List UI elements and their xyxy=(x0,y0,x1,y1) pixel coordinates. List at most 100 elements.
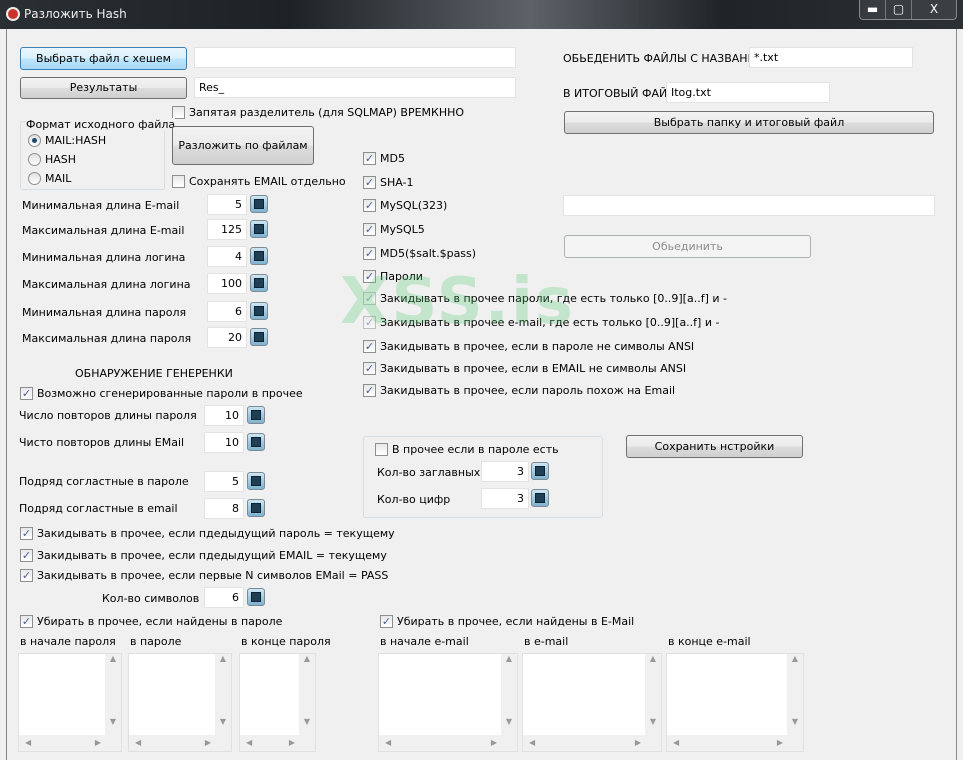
merge-button[interactable]: Обьединить xyxy=(564,235,811,258)
hash-type-checkbox[interactable]: ✓ MySQL(323) xyxy=(363,199,447,212)
spin-calculator-icon[interactable] xyxy=(250,274,268,292)
generic-check[interactable]: ✓ Закидывать в прочее, если первые N симв… xyxy=(20,569,388,582)
vertical-scrollbar[interactable]: ▲ ▼ xyxy=(501,654,517,735)
hash-type-checkbox[interactable]: ✓ MD5 xyxy=(363,152,405,165)
spin-calculator-icon[interactable] xyxy=(247,472,265,490)
radio-button[interactable] xyxy=(28,134,41,147)
spin-calculator-icon[interactable] xyxy=(247,406,265,424)
checkbox-box[interactable]: ✓ xyxy=(380,615,393,628)
spin-calculator-icon[interactable] xyxy=(250,195,268,213)
checkbox-box[interactable] xyxy=(375,443,388,456)
length-input[interactable]: 4 xyxy=(207,246,247,267)
hash-file-path-input[interactable] xyxy=(194,47,516,68)
choose-folder-button[interactable]: Выбрать папку и итоговый файл xyxy=(564,111,934,134)
horizontal-scrollbar[interactable]: ◀ ▶ xyxy=(379,735,517,751)
checkbox-box[interactable]: ✓ xyxy=(20,549,33,562)
vertical-scrollbar[interactable]: ▲ ▼ xyxy=(645,654,661,735)
checkbox-box[interactable]: ✓ xyxy=(20,615,33,628)
checkbox-box[interactable]: ✓ xyxy=(363,362,376,375)
save-settings-button[interactable]: Сохранить нстройки xyxy=(626,435,803,458)
hash-type-checkbox[interactable]: ✓ Закидывать в прочее, если в EMAIL не си… xyxy=(363,362,686,375)
results-prefix-input[interactable]: Res_ xyxy=(194,77,516,98)
checkbox-box[interactable]: ✓ xyxy=(363,292,376,305)
checkbox-box[interactable]: ✓ xyxy=(20,527,33,540)
horizontal-scrollbar[interactable]: ◀ ▶ xyxy=(19,735,121,751)
checkbox-box[interactable]: ✓ xyxy=(363,247,376,260)
format-radio-hash[interactable]: HASH xyxy=(28,153,76,166)
remove-password-checkbox[interactable]: ✓ Убирать в прочее, если найдены в пароле xyxy=(20,615,282,628)
format-radio-mail-hash[interactable]: MAIL:HASH xyxy=(28,134,106,147)
result-file-input[interactable]: Itog.txt xyxy=(666,82,830,103)
vertical-scrollbar[interactable]: ▲ ▼ xyxy=(215,654,231,735)
length-input[interactable]: 6 xyxy=(207,301,247,322)
other-password-checkbox[interactable]: В прочее если в пароле есть xyxy=(375,443,559,456)
spin-calculator-icon[interactable] xyxy=(247,499,265,517)
generic-check[interactable]: ✓ Закидывать в прочее, если пдедыдущий EM… xyxy=(20,549,387,562)
word-list[interactable]: ▲ ▼ ◀ ▶ xyxy=(239,653,316,752)
symbols-input[interactable]: 6 xyxy=(204,587,244,608)
comma-separator-checkbox[interactable]: Запятая разделитель (для SQLMAP) ВРЕМКНН… xyxy=(172,106,464,119)
hash-type-checkbox[interactable]: ✓ Закидывать в прочее пароли, где есть то… xyxy=(363,292,727,305)
generic-field-input[interactable]: 10 xyxy=(204,432,244,453)
spin-calculator-icon[interactable] xyxy=(531,462,549,480)
length-input[interactable]: 20 xyxy=(207,327,247,348)
generic-field-input[interactable]: 8 xyxy=(204,498,244,519)
horizontal-scrollbar[interactable]: ◀ ▶ xyxy=(129,735,231,751)
vertical-scrollbar[interactable]: ▲ ▼ xyxy=(105,654,121,735)
horizontal-scrollbar[interactable]: ◀ ▶ xyxy=(240,735,315,751)
minimize-button[interactable]: ▬ xyxy=(860,0,886,19)
hash-type-checkbox[interactable]: ✓ Пароли xyxy=(363,270,423,283)
split-files-button[interactable]: Разложить по файлам xyxy=(172,126,314,165)
hash-type-checkbox[interactable]: ✓ Закидывать в прочее e-mail, где есть то… xyxy=(363,316,719,329)
word-list[interactable]: ▲ ▼ ◀ ▶ xyxy=(666,653,804,752)
digits-input[interactable]: 3 xyxy=(481,488,529,509)
checkbox-box[interactable]: ✓ xyxy=(20,569,33,582)
hash-type-checkbox[interactable]: ✓ Закидывать в прочее, если пароль похож … xyxy=(363,384,675,397)
word-list[interactable]: ▲ ▼ ◀ ▶ xyxy=(378,653,518,752)
length-input[interactable]: 125 xyxy=(207,219,247,240)
checkbox-box[interactable]: ✓ xyxy=(363,152,376,165)
checkbox-box[interactable] xyxy=(172,175,185,188)
horizontal-scrollbar[interactable]: ◀ ▶ xyxy=(667,735,803,751)
save-email-checkbox[interactable]: Сохранять EMAIL отдельно xyxy=(172,175,346,188)
spin-calculator-icon[interactable] xyxy=(250,220,268,238)
possibly-generated-checkbox[interactable]: ✓ Возможно сгенерированные пароли в проче… xyxy=(20,387,303,400)
format-radio-mail[interactable]: MAIL xyxy=(28,172,71,185)
merge-pattern-input[interactable]: *.txt xyxy=(749,47,913,68)
spin-calculator-icon[interactable] xyxy=(250,328,268,346)
checkbox-box[interactable]: ✓ xyxy=(363,223,376,236)
close-button[interactable]: X xyxy=(912,0,956,19)
spin-calculator-icon[interactable] xyxy=(250,247,268,265)
spin-calculator-icon[interactable] xyxy=(247,433,265,451)
checkbox-box[interactable]: ✓ xyxy=(363,270,376,283)
generic-check[interactable]: ✓ Закидывать в прочее, если пдедыдущий па… xyxy=(20,527,395,540)
checkbox-box[interactable]: ✓ xyxy=(363,384,376,397)
checkbox-box[interactable]: ✓ xyxy=(20,387,33,400)
hash-type-checkbox[interactable]: ✓ Закидывать в прочее, если в пароле не с… xyxy=(363,340,694,353)
uppercase-input[interactable]: 3 xyxy=(481,461,529,482)
word-list[interactable]: ▲ ▼ ◀ ▶ xyxy=(128,653,232,752)
generic-field-input[interactable]: 5 xyxy=(204,471,244,492)
remove-email-checkbox[interactable]: ✓ Убирать в прочее, если найдены в E-Mail xyxy=(380,615,634,628)
radio-button[interactable] xyxy=(28,172,41,185)
length-input[interactable]: 5 xyxy=(207,194,247,215)
maximize-button[interactable]: ▢ xyxy=(886,0,912,19)
word-list[interactable]: ▲ ▼ ◀ ▶ xyxy=(18,653,122,752)
spin-calculator-icon[interactable] xyxy=(531,489,549,507)
folder-path-input[interactable] xyxy=(563,195,935,216)
hash-type-checkbox[interactable]: ✓ SHA-1 xyxy=(363,176,414,189)
spin-calculator-icon[interactable] xyxy=(250,302,268,320)
checkbox-box[interactable]: ✓ xyxy=(363,316,376,329)
vertical-scrollbar[interactable]: ▲ ▼ xyxy=(299,654,315,735)
word-list[interactable]: ▲ ▼ ◀ ▶ xyxy=(522,653,662,752)
spin-calculator-icon[interactable] xyxy=(247,588,265,606)
hash-type-checkbox[interactable]: ✓ MD5($salt.$pass) xyxy=(363,247,476,260)
checkbox-box[interactable]: ✓ xyxy=(363,176,376,189)
choose-hash-file-button[interactable]: Выбрать файл с хешем xyxy=(20,47,187,70)
hash-type-checkbox[interactable]: ✓ MySQL5 xyxy=(363,223,425,236)
generic-field-input[interactable]: 10 xyxy=(204,405,244,426)
checkbox-box[interactable]: ✓ xyxy=(363,199,376,212)
checkbox-box[interactable]: ✓ xyxy=(363,340,376,353)
horizontal-scrollbar[interactable]: ◀ ▶ xyxy=(523,735,661,751)
radio-button[interactable] xyxy=(28,153,41,166)
